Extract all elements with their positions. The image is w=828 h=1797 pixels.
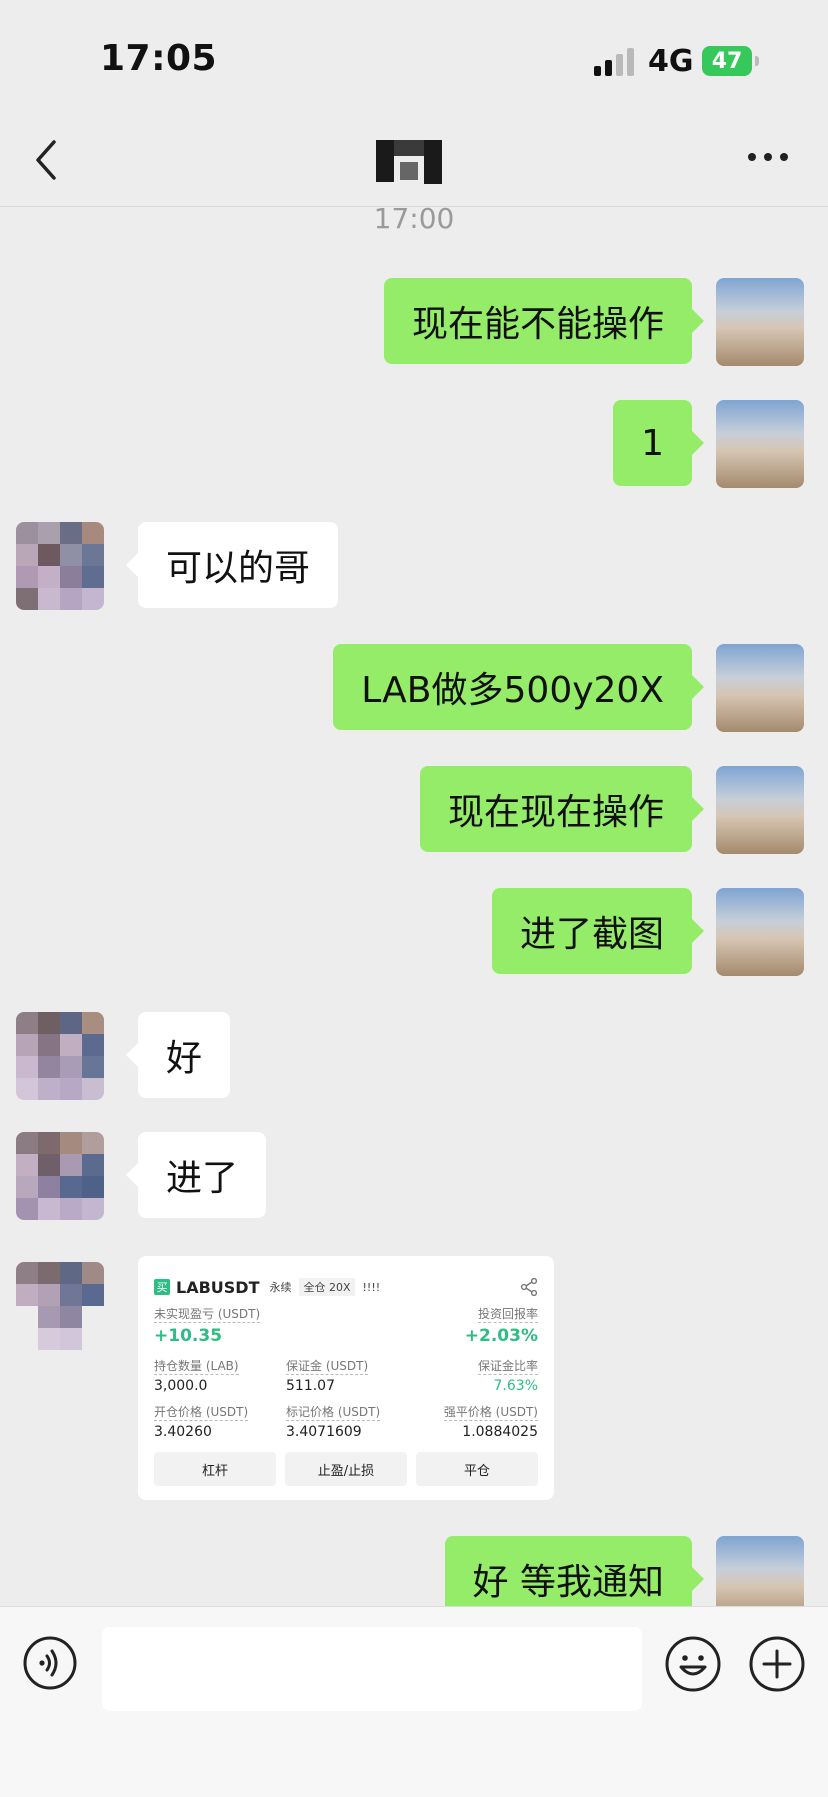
time-separator: 17:00 <box>373 202 455 235</box>
message-bubble-other[interactable]: 进了 <box>125 1132 267 1218</box>
back-icon[interactable] <box>32 138 60 182</box>
signal-icon <box>594 48 634 76</box>
avatar-self[interactable] <box>716 278 804 366</box>
trade-symbol: LABUSDT <box>176 1277 260 1297</box>
voice-input-icon[interactable] <box>22 1635 78 1691</box>
margin-value: 511.07 <box>286 1378 335 1394</box>
entry-price-label: 开仓价格 (USDT) <box>154 1405 249 1421</box>
avatar-contact[interactable] <box>16 1132 104 1220</box>
network-type: 4G <box>648 44 694 79</box>
more-icon[interactable] <box>746 150 790 164</box>
avatar-contact[interactable] <box>16 1012 104 1100</box>
battery-level: 47 <box>702 46 752 76</box>
message-bubble-self[interactable]: 现在现在操作 <box>419 766 705 852</box>
status-bar: 17:05 4G 47 <box>0 0 828 110</box>
margin-ratio-value: 7.63% <box>493 1378 538 1394</box>
margin-mode: 全仓 20X <box>299 1278 355 1296</box>
message-bubble-self[interactable]: 现在能不能操作 <box>383 278 705 364</box>
avatar-self[interactable] <box>716 766 804 854</box>
contract-type: 永续 <box>269 1281 292 1294</box>
input-bar <box>0 1606 828 1797</box>
message-bubble-other[interactable]: 好 <box>125 1012 231 1098</box>
avatar-self[interactable] <box>716 644 804 732</box>
emoji-icon[interactable] <box>664 1635 722 1693</box>
avatar-self[interactable] <box>716 888 804 976</box>
battery-tip <box>755 56 759 66</box>
entry-price-value: 3.40260 <box>154 1424 212 1440</box>
share-icon[interactable] <box>520 1278 538 1296</box>
liquidation-price-value: 1.0884025 <box>462 1424 538 1440</box>
plus-icon[interactable] <box>748 1635 806 1693</box>
buy-tag: 买 <box>154 1279 170 1295</box>
avatar-self[interactable] <box>716 400 804 488</box>
margin-label: 保证金 (USDT) <box>286 1359 369 1375</box>
risk-bars: !!!! <box>362 1280 381 1294</box>
message-bubble-self[interactable]: LAB做多500y20X <box>333 644 704 730</box>
mark-price-label: 标记价格 (USDT) <box>286 1405 381 1421</box>
trade-position-card[interactable]: 买 LABUSDT 永续 全仓 20X !!!! 未实现盈亏 (USDT) +1… <box>138 1256 554 1500</box>
chat-header <box>0 110 828 207</box>
avatar-contact[interactable] <box>16 522 104 610</box>
unrealized-pnl-value: +10.35 <box>154 1326 223 1346</box>
mark-price-value: 3.4071609 <box>286 1424 362 1440</box>
position-size-value: 3,000.0 <box>154 1378 208 1394</box>
liquidation-price-label: 强平价格 (USDT) <box>443 1405 538 1421</box>
tp-sl-button[interactable]: 止盈/止损 <box>285 1452 407 1486</box>
margin-ratio-label: 保证金比率 <box>477 1359 538 1375</box>
avatar-contact[interactable] <box>16 1262 104 1350</box>
unrealized-pnl-label: 未实现盈亏 (USDT) <box>154 1307 261 1323</box>
status-time: 17:05 <box>100 38 218 79</box>
leverage-button[interactable]: 杠杆 <box>154 1452 276 1486</box>
card-header: 买 LABUSDT 永续 全仓 20X !!!! <box>154 1272 538 1302</box>
message-input[interactable] <box>102 1627 642 1711</box>
close-position-button[interactable]: 平仓 <box>416 1452 538 1486</box>
chat-title-redacted <box>376 140 442 184</box>
message-bubble-self[interactable]: 进了截图 <box>491 888 705 974</box>
message-bubble-other[interactable]: 可以的哥 <box>125 522 339 608</box>
roi-value: +2.03% <box>464 1326 538 1346</box>
roi-label: 投资回报率 <box>477 1307 538 1323</box>
position-size-label: 持仓数量 (LAB) <box>154 1359 239 1375</box>
message-bubble-self[interactable]: 1 <box>613 400 704 486</box>
